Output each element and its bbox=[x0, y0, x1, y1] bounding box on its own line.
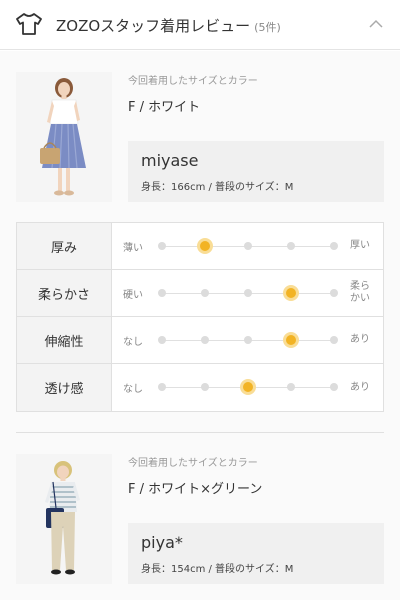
size-color-value: F / ホワイト×グリーン bbox=[128, 482, 263, 497]
metric-low-label: 硬い bbox=[123, 289, 143, 301]
size-color-value: F / ホワイト bbox=[128, 100, 201, 115]
metric-scale bbox=[158, 285, 338, 301]
size-color-label: 今回着用したサイズとカラー bbox=[128, 458, 258, 469]
staff-photo[interactable] bbox=[16, 454, 112, 584]
size-color-label: 今回着用したサイズとカラー bbox=[128, 76, 258, 87]
metric-scale-dot bbox=[244, 242, 252, 250]
metric-label: 伸縮性 bbox=[17, 317, 112, 363]
metric-row: 厚み 薄い 厚い bbox=[17, 223, 383, 270]
review-header[interactable]: ZOZOスタッフ着用レビュー (5件) bbox=[0, 0, 400, 50]
metric-low-label: なし bbox=[123, 336, 143, 348]
metric-high-label: 厚い bbox=[350, 240, 370, 251]
metric-row: 柔らかさ 硬い 柔ら かい bbox=[17, 270, 383, 317]
metric-scale-dot bbox=[158, 289, 166, 297]
header-title-text: ZOZOスタッフ着用レビュー bbox=[56, 17, 251, 35]
metric-label: 透け感 bbox=[17, 364, 112, 411]
review-count: (5件) bbox=[254, 21, 281, 34]
metric-label: 柔らかさ bbox=[17, 270, 112, 316]
metric-row: 透け感 なし あり bbox=[17, 364, 383, 411]
metric-scale-dot bbox=[201, 336, 209, 344]
staff-photo[interactable] bbox=[16, 72, 112, 202]
metric-scale-dot bbox=[158, 383, 166, 391]
metric-selected-dot bbox=[197, 238, 213, 254]
metric-row: 伸縮性 なし あり bbox=[17, 317, 383, 364]
metric-scale-dot bbox=[287, 242, 295, 250]
header-title: ZOZOスタッフ着用レビュー (5件) bbox=[56, 15, 281, 36]
fabric-metrics-table: 厚み 薄い 厚い 柔らかさ 硬い 柔らかい 伸縮性 なし あり 透け感 なし bbox=[16, 222, 384, 412]
metric-selected-dot bbox=[240, 379, 256, 395]
chevron-up-icon[interactable] bbox=[368, 18, 384, 30]
metric-low-label: 薄い bbox=[123, 242, 143, 254]
metric-scale-dot bbox=[330, 242, 338, 250]
metric-scale bbox=[158, 332, 338, 348]
metric-high-label: 柔ら かい bbox=[350, 281, 370, 304]
staff-name: piya* bbox=[141, 533, 183, 552]
metric-scale-dot bbox=[287, 383, 295, 391]
staff-figure-illustration bbox=[16, 454, 112, 584]
review-divider bbox=[16, 432, 384, 433]
review-list: 今回着用したサイズとカラー F / ホワイト miyase 身長：166cm /… bbox=[0, 51, 400, 600]
metric-selected-dot bbox=[283, 332, 299, 348]
shirt-icon bbox=[16, 13, 42, 35]
metric-scale-dot bbox=[244, 336, 252, 344]
metric-scale-dot bbox=[330, 336, 338, 344]
metric-scale-dot bbox=[330, 289, 338, 297]
metric-scale-dot bbox=[330, 383, 338, 391]
metric-low-label: なし bbox=[123, 384, 143, 395]
metric-scale-dot bbox=[158, 242, 166, 250]
metric-scale-dot bbox=[244, 289, 252, 297]
metric-scale bbox=[158, 238, 338, 254]
staff-name: miyase bbox=[141, 151, 199, 170]
metric-scale-dot bbox=[158, 336, 166, 344]
metric-high-label: あり bbox=[350, 334, 370, 345]
metric-selected-dot bbox=[283, 285, 299, 301]
metric-high-label: あり bbox=[350, 381, 370, 393]
staff-body-info: 身長：166cm / 普段のサイズ：M bbox=[141, 182, 294, 193]
metric-scale-dot bbox=[201, 383, 209, 391]
metric-scale bbox=[158, 379, 338, 395]
staff-body-info: 身長：154cm / 普段のサイズ：M bbox=[141, 564, 294, 575]
metric-label: 厚み bbox=[17, 223, 112, 269]
staff-info-box[interactable]: piya* 身長：154cm / 普段のサイズ：M bbox=[128, 523, 384, 584]
staff-info-box[interactable]: miyase 身長：166cm / 普段のサイズ：M bbox=[128, 141, 384, 202]
metric-scale-dot bbox=[201, 289, 209, 297]
staff-figure-illustration bbox=[16, 72, 112, 202]
